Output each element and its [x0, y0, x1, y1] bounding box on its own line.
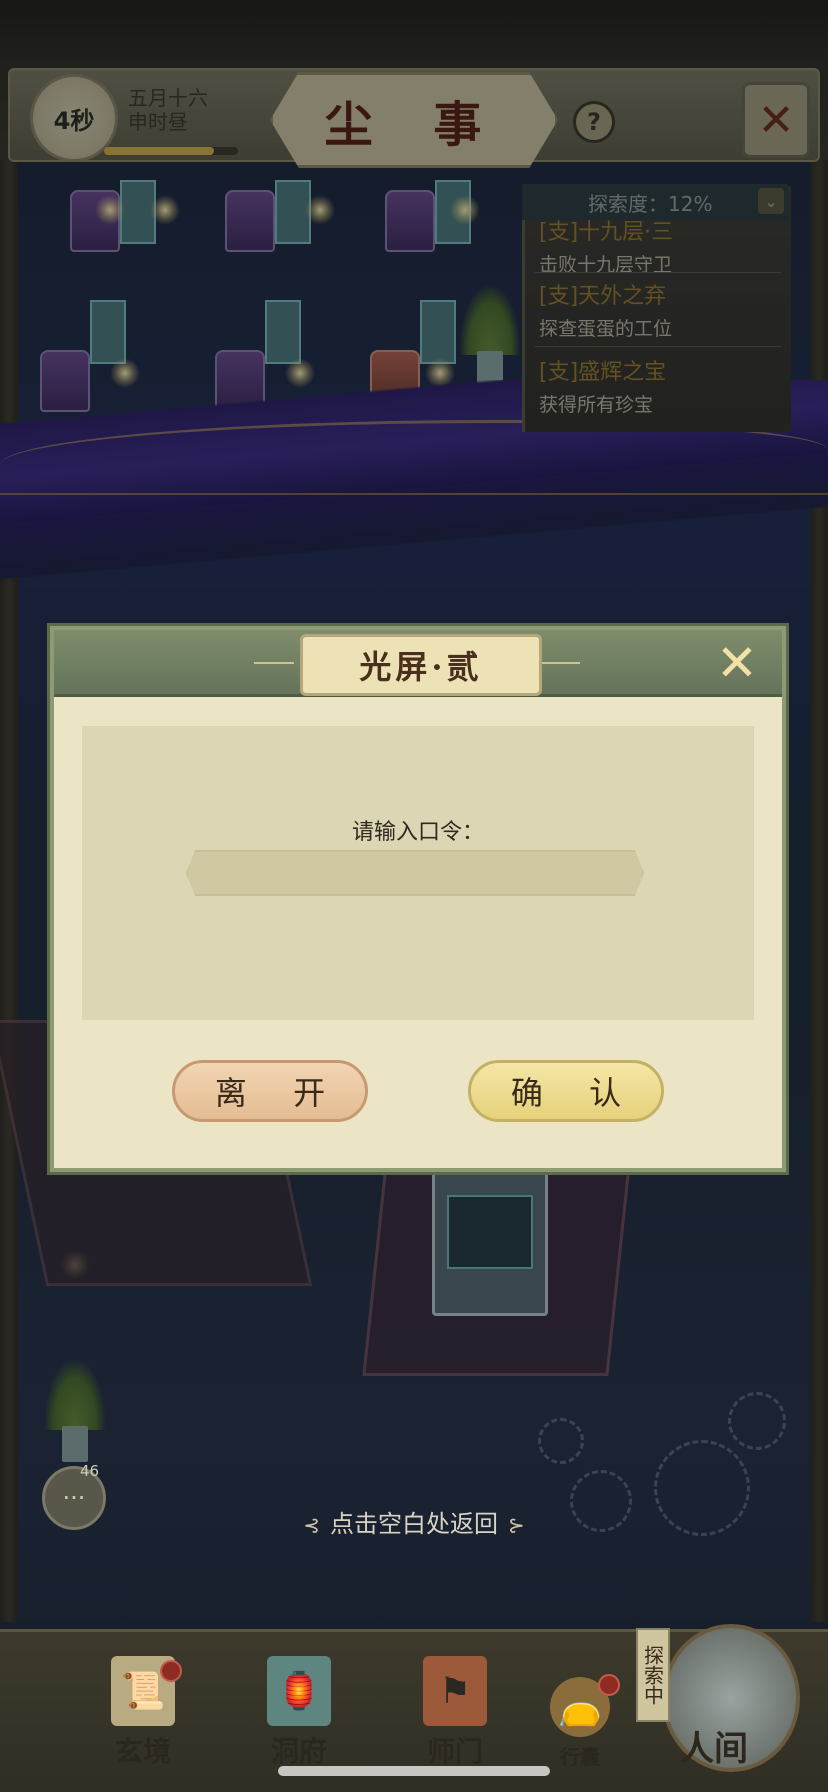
nav-item-shimen[interactable]: ⚑ 师门 — [400, 1656, 510, 1770]
nav-item-dongfu[interactable]: 🏮 洞府 — [244, 1656, 354, 1770]
tap-to-return-hint: ⊰ 点击空白处返回 ⊱ — [303, 1510, 525, 1538]
dialog-body: 请输入口令： — [82, 726, 754, 1020]
notification-dot — [598, 1674, 620, 1696]
password-input[interactable] — [186, 850, 644, 896]
banner-icon: ⚑ — [423, 1656, 487, 1726]
lantern-icon: 🏮 — [267, 1656, 331, 1726]
dialog-title: 光屏·贰 — [300, 634, 542, 696]
leave-button[interactable]: 离 开 — [172, 1060, 368, 1122]
home-indicator[interactable] — [278, 1766, 550, 1776]
close-icon[interactable]: ✕ — [710, 636, 764, 690]
world-label: 人间 — [680, 1729, 748, 1769]
exploring-tag: 探索中 — [636, 1628, 670, 1722]
confirm-button[interactable]: 确 认 — [468, 1060, 664, 1122]
dialog-header: 光屏·贰 ✕ — [54, 630, 782, 697]
notification-dot — [160, 1660, 182, 1682]
password-prompt: 请输入口令： — [351, 820, 484, 845]
chat-count-badge: 46 — [80, 1462, 100, 1480]
password-dialog: 光屏·贰 ✕ 请输入口令： 离 开 确 认 — [50, 626, 786, 1172]
